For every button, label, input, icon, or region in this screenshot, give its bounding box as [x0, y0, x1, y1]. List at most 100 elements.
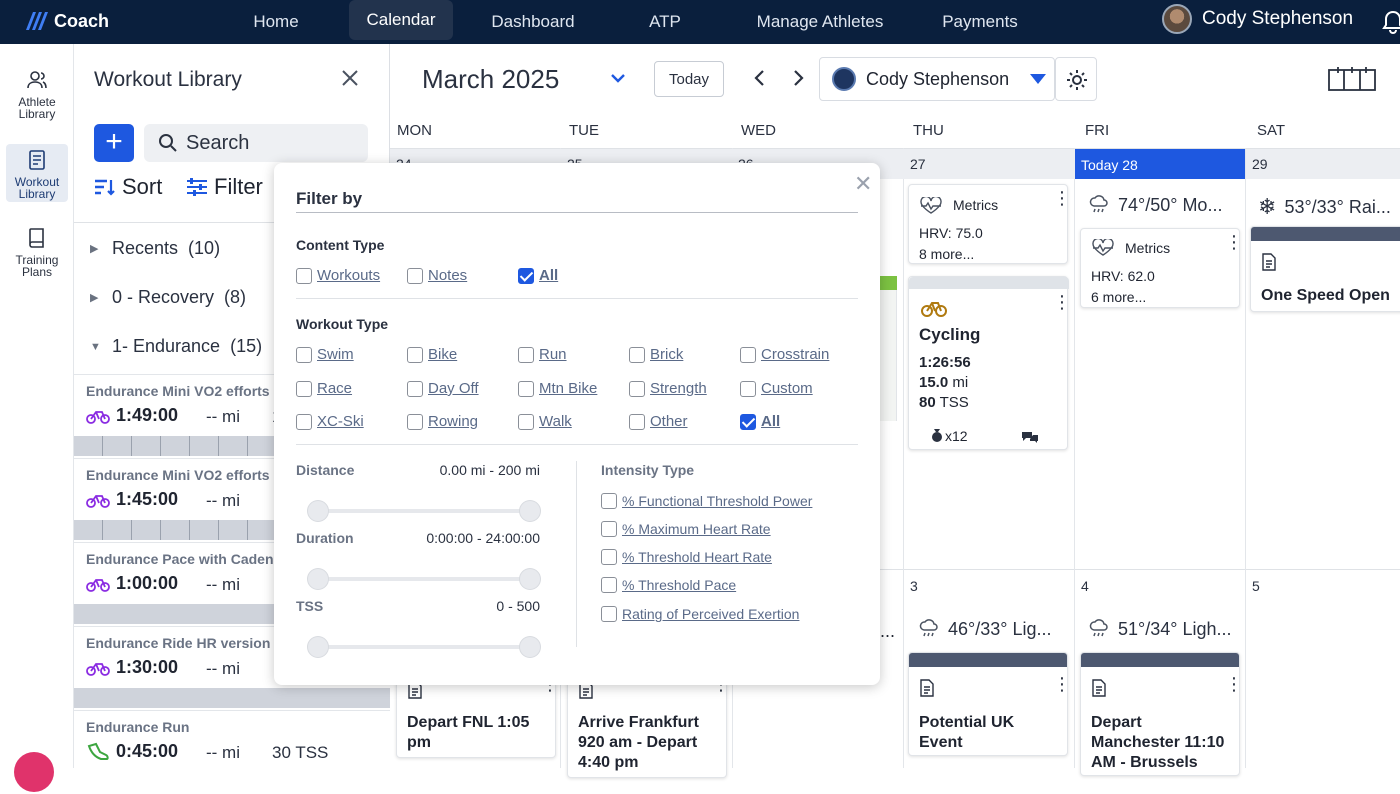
- nav-home[interactable]: Home: [236, 0, 316, 44]
- slider-handle-min[interactable]: [308, 569, 328, 589]
- checkbox-box[interactable]: [629, 380, 645, 397]
- nav-atp[interactable]: ATP: [636, 0, 694, 44]
- filter-button[interactable]: Filter: [186, 174, 263, 200]
- search-input[interactable]: Search: [144, 124, 368, 162]
- close-icon[interactable]: [340, 68, 360, 88]
- user-menu[interactable]: Cody Stephenson: [1162, 4, 1353, 34]
- workout-card-fragment[interactable]: [877, 276, 897, 421]
- checkbox-box[interactable]: [601, 606, 617, 622]
- sort-button[interactable]: Sort: [94, 174, 162, 200]
- calendar-view-icon[interactable]: [1328, 66, 1376, 92]
- checkbox-intensity-max-hr[interactable]: % Maximum Heart Rate: [601, 521, 771, 537]
- checkbox-other[interactable]: Other: [629, 413, 688, 430]
- folder-recents[interactable]: ▶ Recents (10): [90, 238, 220, 259]
- checkbox-rowing[interactable]: Rowing: [407, 413, 478, 430]
- slider-handle-max[interactable]: [520, 637, 540, 657]
- note-card[interactable]: ⋮ Potential UK Event: [908, 652, 1068, 756]
- checkbox-box[interactable]: [601, 549, 617, 565]
- checkbox-box[interactable]: [296, 267, 312, 284]
- checkbox-box[interactable]: [629, 346, 645, 363]
- checkbox-box[interactable]: [407, 346, 423, 363]
- checkbox-box[interactable]: [740, 380, 756, 397]
- more-options-icon[interactable]: ⋮: [1225, 233, 1243, 251]
- checkbox-box[interactable]: [407, 267, 423, 284]
- cycling-workout-card[interactable]: ⋮ Cycling 1:26:56 15.0 mi 80 TSS x12: [908, 276, 1071, 450]
- checkbox-intensity-rpe[interactable]: Rating of Perceived Exertion: [601, 606, 799, 622]
- medals-row[interactable]: x12: [931, 428, 968, 444]
- checkbox-strength[interactable]: Strength: [629, 380, 707, 397]
- close-icon[interactable]: ✕: [854, 171, 872, 197]
- folder-recovery[interactable]: ▶ 0 - Recovery (8): [90, 287, 246, 308]
- checkbox-box[interactable]: [601, 493, 617, 509]
- checkbox-workout-all[interactable]: All: [740, 413, 780, 430]
- checkbox-content-workouts[interactable]: Workouts: [296, 267, 380, 284]
- checkbox-swim[interactable]: Swim: [296, 346, 354, 363]
- checkbox-box[interactable]: [296, 346, 312, 363]
- folder-endurance[interactable]: ▼ 1- Endurance (15): [90, 336, 262, 357]
- checkbox-box[interactable]: [296, 413, 312, 430]
- nav-dashboard[interactable]: Dashboard: [476, 0, 590, 44]
- chevron-right-icon[interactable]: [790, 68, 806, 88]
- nav-calendar[interactable]: Calendar: [349, 0, 453, 40]
- checkbox-brick[interactable]: Brick: [629, 346, 683, 363]
- chevron-left-icon[interactable]: [752, 68, 768, 88]
- rail-workout-library[interactable]: Workout Library: [6, 144, 68, 202]
- slider-handle-min[interactable]: [308, 637, 328, 657]
- bell-icon[interactable]: [1382, 10, 1400, 34]
- checkbox-box-checked[interactable]: [518, 267, 534, 284]
- checkbox-run[interactable]: Run: [518, 346, 567, 363]
- checkbox-box-checked[interactable]: [740, 413, 756, 430]
- tss-slider[interactable]: [308, 637, 540, 657]
- comments-icon[interactable]: [1021, 430, 1039, 444]
- workout-item[interactable]: Endurance Run 0:45:00 -- mi 30 TSS: [74, 710, 390, 794]
- today-button[interactable]: Today: [654, 61, 724, 97]
- checkbox-box[interactable]: [296, 380, 312, 397]
- checkbox-intensity-threshold-pace[interactable]: % Threshold Pace: [601, 577, 736, 593]
- checkbox-day-off[interactable]: Day Off: [407, 380, 479, 397]
- checkbox-box[interactable]: [601, 521, 617, 537]
- athlete-selector[interactable]: Cody Stephenson: [819, 57, 1055, 101]
- rail-training-plans[interactable]: Training Plans: [6, 226, 68, 278]
- chevron-down-icon[interactable]: [608, 68, 628, 88]
- checkbox-box[interactable]: [407, 413, 423, 430]
- note-card[interactable]: ⋮ One Speed Open: [1250, 226, 1400, 312]
- duration-slider[interactable]: [308, 569, 540, 589]
- rail-athlete-library[interactable]: Athlete Library: [6, 68, 68, 120]
- slider-handle-max[interactable]: [520, 501, 540, 521]
- app-logo[interactable]: Coach: [24, 9, 109, 33]
- checkbox-box[interactable]: [629, 413, 645, 430]
- help-bubble-icon[interactable]: [14, 752, 54, 792]
- note-card[interactable]: ⋮ Depart Manchester 11:10 AM - Brussels: [1080, 652, 1240, 776]
- metrics-more[interactable]: 8 more...: [919, 246, 974, 262]
- checkbox-mtn-bike[interactable]: Mtn Bike: [518, 380, 597, 397]
- checkbox-crosstrain[interactable]: Crosstrain: [740, 346, 829, 363]
- checkbox-custom[interactable]: Custom: [740, 380, 813, 397]
- checkbox-content-notes[interactable]: Notes: [407, 267, 467, 284]
- metrics-card[interactable]: Metrics ⋮ HRV: 75.0 8 more...: [908, 184, 1071, 264]
- checkbox-box[interactable]: [518, 346, 534, 363]
- add-workout-button[interactable]: +: [94, 124, 134, 162]
- checkbox-box[interactable]: [518, 413, 534, 430]
- checkbox-box[interactable]: [601, 577, 617, 593]
- checkbox-box[interactable]: [407, 380, 423, 397]
- checkbox-race[interactable]: Race: [296, 380, 352, 397]
- settings-button[interactable]: [1055, 57, 1097, 101]
- nav-payments[interactable]: Payments: [928, 0, 1032, 44]
- checkbox-intensity-threshold-hr[interactable]: % Threshold Heart Rate: [601, 549, 772, 565]
- checkbox-box[interactable]: [518, 380, 534, 397]
- distance-slider[interactable]: [308, 501, 540, 521]
- more-options-icon[interactable]: ⋮: [1053, 293, 1071, 311]
- note-card[interactable]: ⋮ Arrive Frankfurt 920 am - Depart 4:40 …: [567, 674, 727, 778]
- more-options-icon[interactable]: ⋮: [1225, 675, 1239, 693]
- checkbox-walk[interactable]: Walk: [518, 413, 572, 430]
- metrics-card[interactable]: Metrics ⋮ HRV: 62.0 6 more...: [1080, 228, 1243, 308]
- checkbox-xc-ski[interactable]: XC-Ski: [296, 413, 364, 430]
- checkbox-box[interactable]: [740, 346, 756, 363]
- more-options-icon[interactable]: ⋮: [1053, 675, 1067, 693]
- month-title[interactable]: March 2025: [422, 64, 559, 95]
- checkbox-intensity-ftp[interactable]: % Functional Threshold Power: [601, 493, 812, 509]
- checkbox-bike[interactable]: Bike: [407, 346, 457, 363]
- note-card[interactable]: ⋮ Depart FNL 1:05 pm: [396, 674, 556, 758]
- nav-manage-athletes[interactable]: Manage Athletes: [740, 0, 900, 44]
- slider-handle-min[interactable]: [308, 501, 328, 521]
